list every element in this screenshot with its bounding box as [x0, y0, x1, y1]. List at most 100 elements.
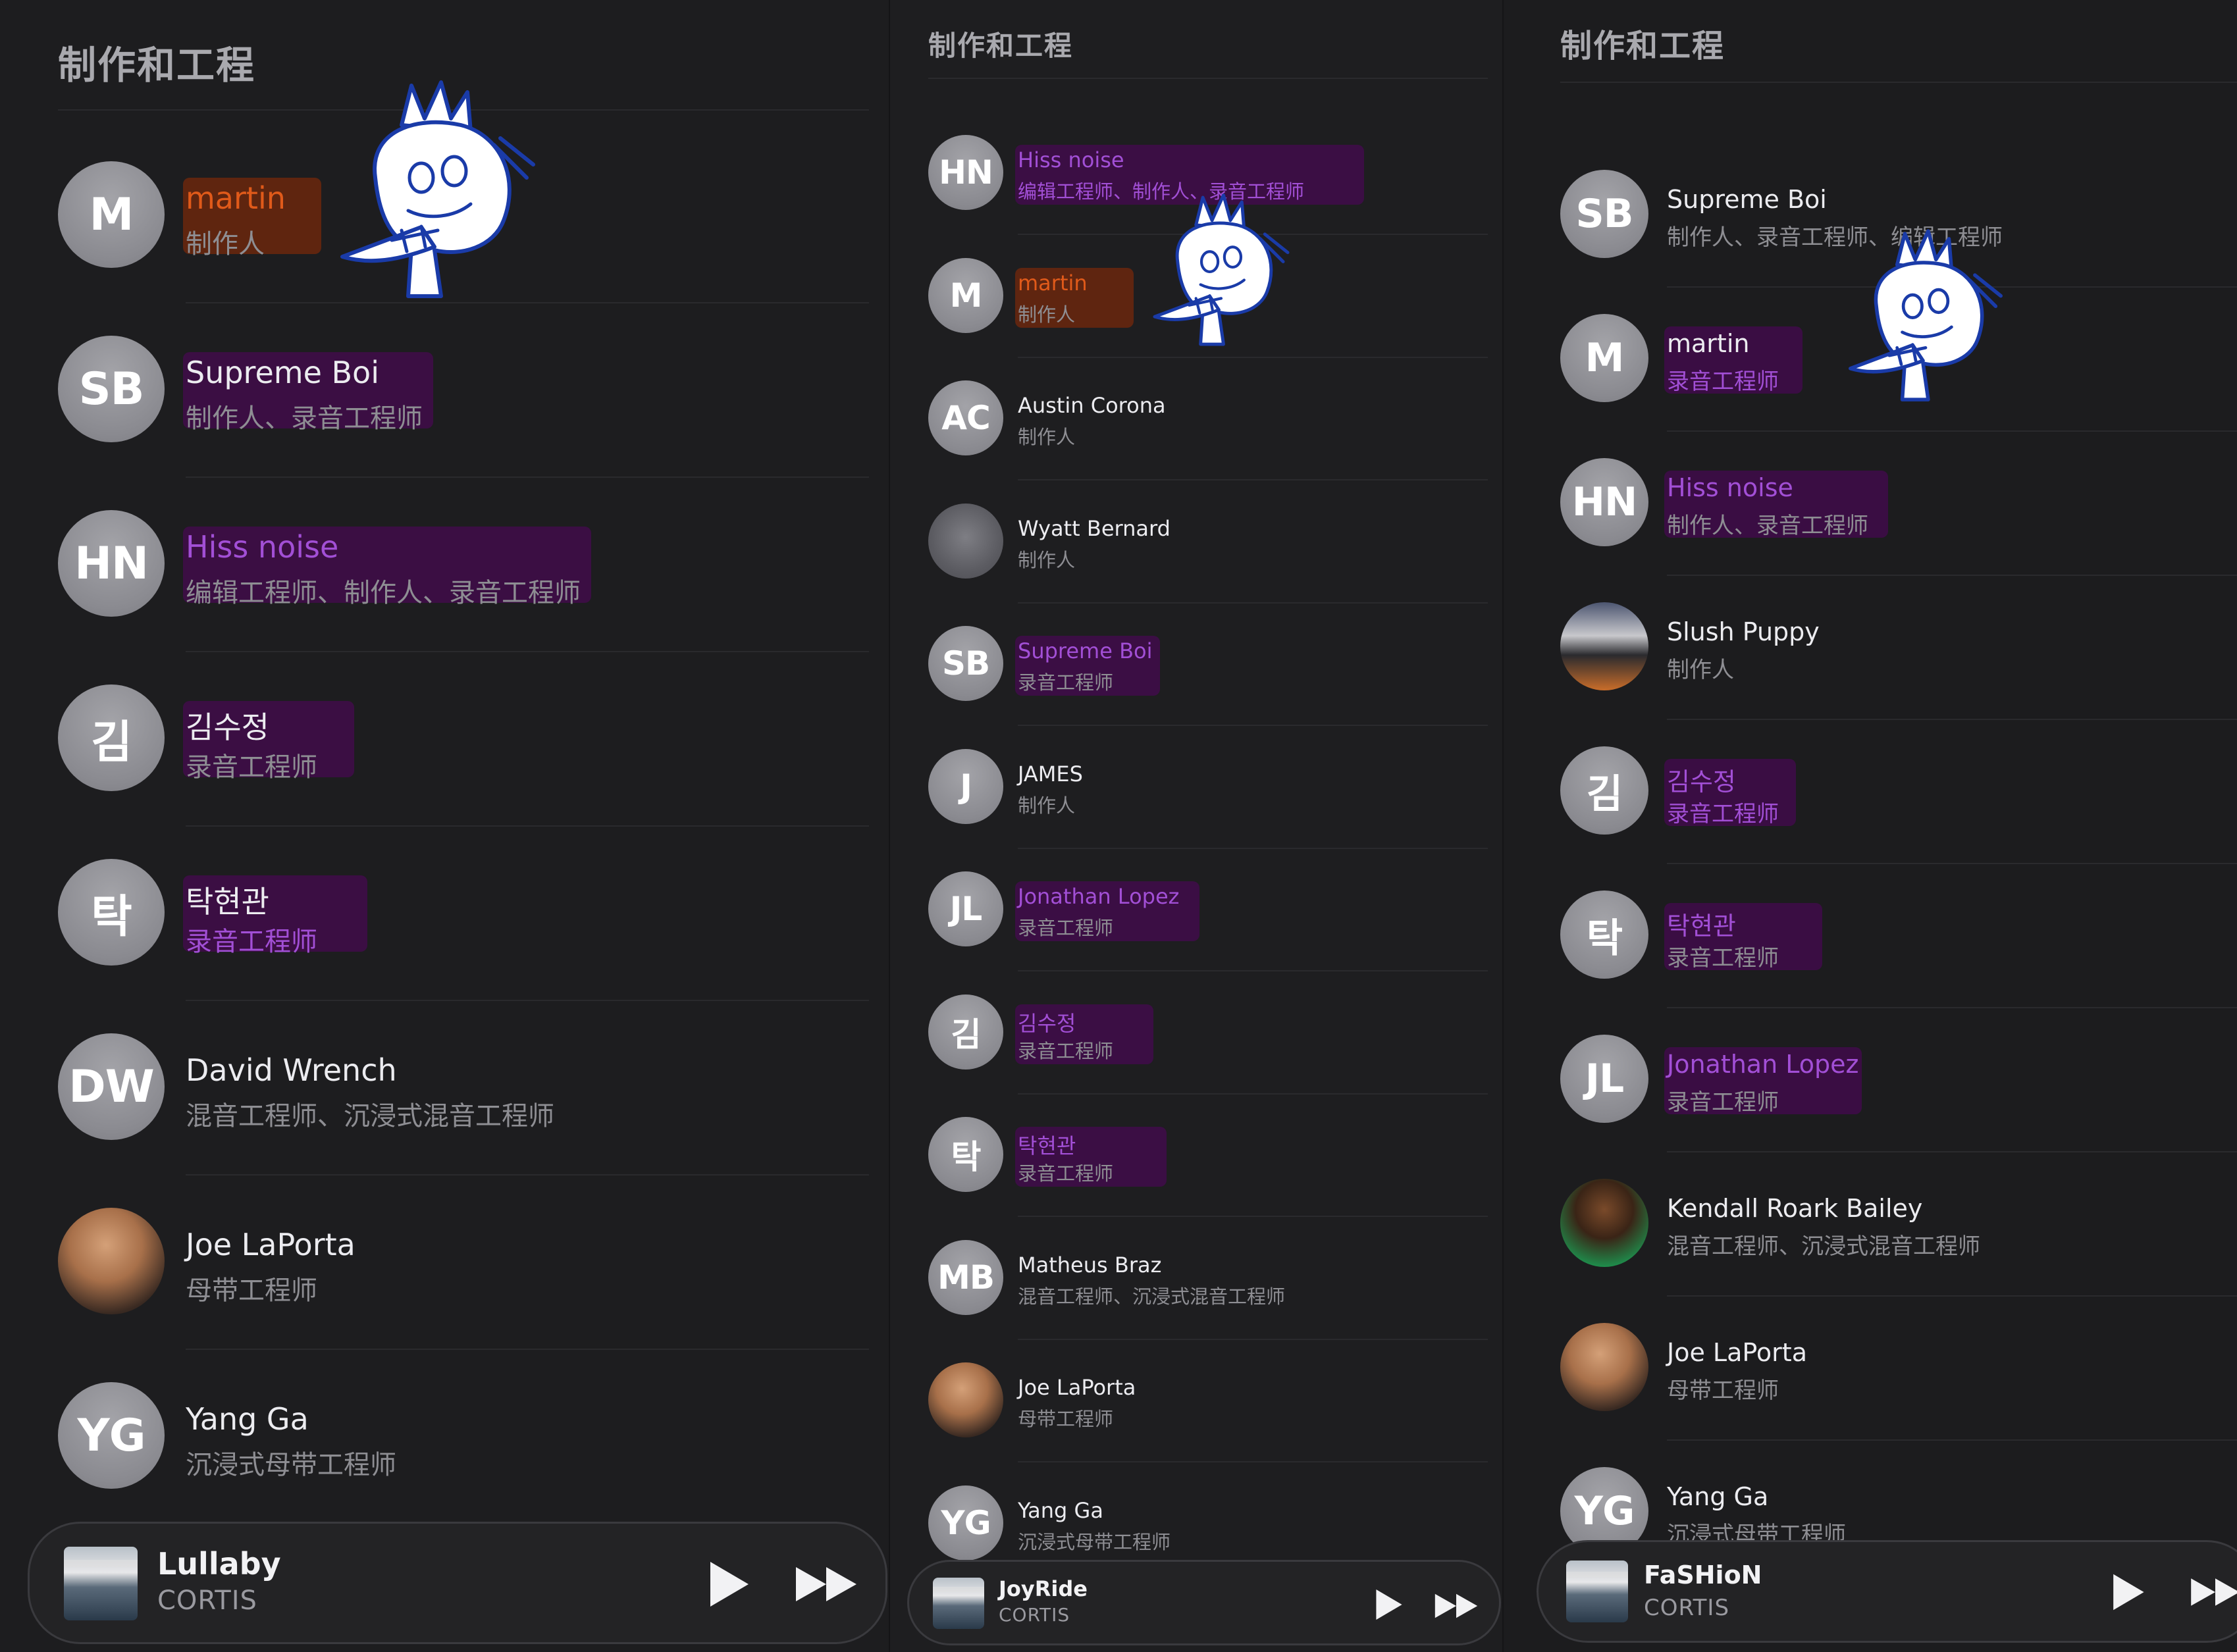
artist-initials-avatar[interactable]: 탁	[58, 859, 165, 966]
artist-role: 制作人	[1667, 657, 1734, 683]
artist-name[interactable]: Hiss noise	[1667, 473, 1793, 502]
artist-initials-avatar[interactable]: 김	[928, 994, 1003, 1070]
artist-initials-avatar[interactable]: AC	[928, 380, 1003, 455]
artist-name[interactable]: David Wrench	[186, 1052, 397, 1088]
mini-player[interactable]: FaSHioN CORTIS	[1537, 1540, 2237, 1643]
artist-name[interactable]: Yang Ga	[1667, 1482, 1768, 1511]
artist-name[interactable]: Kendall Roark Bailey	[1667, 1194, 1922, 1223]
artist-initials-avatar[interactable]: HN	[928, 135, 1003, 210]
artist-name[interactable]: 탁현관	[186, 878, 269, 921]
artist-initials-avatar[interactable]: YG	[58, 1382, 165, 1489]
artist-role: 录音工程师	[1667, 369, 1779, 395]
artist-initials-avatar[interactable]: M	[928, 257, 1003, 333]
artist-role: 混音工程师、沉浸式混音工程师	[1018, 1285, 1286, 1308]
artist-initials-avatar[interactable]: HN	[58, 510, 165, 617]
artist-initials-avatar[interactable]: J	[928, 748, 1003, 824]
artist-initials-avatar[interactable]: SB	[928, 626, 1003, 701]
artist-name[interactable]: Hiss noise	[1018, 147, 1124, 172]
row-divider	[1018, 1216, 1488, 1218]
artist-role: 制作人	[1018, 426, 1076, 448]
row-divider	[1667, 1006, 2237, 1008]
crown-doodle-sticker	[1849, 229, 2003, 401]
row-divider	[1667, 862, 2237, 864]
artist-role: 录音工程师	[1018, 1039, 1114, 1062]
artist-role: 录音工程师	[1667, 801, 1779, 827]
artist-initials-avatar[interactable]: JL	[1560, 1035, 1648, 1123]
artist-name[interactable]: Joe LaPorta	[1667, 1338, 1807, 1367]
artist-initials-avatar[interactable]: JL	[928, 871, 1003, 946]
play-icon[interactable]	[1370, 1587, 1406, 1622]
artist-initials-avatar[interactable]: 김	[1560, 746, 1648, 835]
artist-name[interactable]: Wyatt Bernard	[1018, 516, 1171, 541]
artist-role: 混音工程师、沉浸式混音工程师	[1667, 1233, 1980, 1260]
now-playing-title[interactable]: FaSHioN	[1644, 1561, 1762, 1589]
artist-name[interactable]: Supreme Boi	[1667, 185, 1827, 214]
artist-initials-avatar[interactable]: SB	[58, 336, 165, 442]
artist-photo-avatar[interactable]	[1560, 1179, 1648, 1267]
now-playing-title[interactable]: Lullaby	[157, 1546, 281, 1582]
fast-forward-icon[interactable]	[793, 1564, 859, 1604]
artist-name[interactable]: Supreme Boi	[186, 355, 379, 390]
artist-initials-avatar[interactable]: M	[58, 161, 165, 268]
artist-name[interactable]: Yang Ga	[186, 1401, 309, 1437]
artist-initials-avatar[interactable]: HN	[1560, 458, 1648, 546]
artist-photo-avatar[interactable]	[58, 1208, 165, 1314]
artist-name[interactable]: Jonathan Lopez	[1018, 884, 1179, 909]
row-divider	[186, 1174, 869, 1175]
artist-name[interactable]: 김수정	[186, 704, 269, 747]
artist-name[interactable]: Joe LaPorta	[186, 1227, 355, 1262]
artist-name[interactable]: Yang Ga	[1018, 1498, 1103, 1523]
now-playing-title[interactable]: JoyRide	[999, 1576, 1088, 1601]
artist-name[interactable]: Supreme Boi	[1018, 638, 1153, 663]
artist-initials-avatar[interactable]: 김	[58, 684, 165, 791]
artist-name[interactable]: 탁현관	[1018, 1129, 1076, 1160]
artist-photo-avatar[interactable]	[1560, 602, 1648, 690]
section-title: 制作和工程	[1560, 28, 1725, 65]
artist-name[interactable]: 김수정	[1667, 761, 1736, 798]
row-divider	[186, 999, 869, 1001]
artist-role: 制作人	[186, 229, 265, 259]
play-icon[interactable]	[2106, 1571, 2148, 1613]
row-divider	[186, 1348, 869, 1350]
artist-photo-avatar[interactable]	[928, 503, 1003, 579]
artist-initials-avatar[interactable]: 탁	[1560, 891, 1648, 979]
artist-initials-avatar[interactable]: 탁	[928, 1117, 1003, 1192]
artist-name[interactable]: Joe LaPorta	[1018, 1375, 1136, 1400]
artist-name[interactable]: Hiss noise	[186, 529, 338, 565]
artist-name[interactable]: 탁현관	[1667, 906, 1736, 942]
artist-role: 录音工程师	[1667, 1089, 1779, 1116]
artist-name[interactable]: martin	[186, 180, 286, 216]
artist-name[interactable]: 김수정	[1018, 1007, 1076, 1037]
artist-name[interactable]: martin	[1667, 329, 1749, 358]
artist-photo-avatar[interactable]	[1560, 1323, 1648, 1411]
artist-name[interactable]: Matheus Braz	[1018, 1252, 1161, 1278]
divider	[1560, 82, 2237, 83]
artist-role: 录音工程师	[1018, 1162, 1114, 1185]
mini-player[interactable]: JoyRide CORTIS	[907, 1560, 1501, 1645]
fast-forward-icon[interactable]	[1433, 1592, 1479, 1620]
artist-photo-avatar[interactable]	[928, 1362, 1003, 1437]
artist-role: 录音工程师	[186, 927, 317, 957]
artist-initials-avatar[interactable]: MB	[928, 1239, 1003, 1315]
row-divider	[1667, 1295, 2237, 1297]
artist-initials-avatar[interactable]: DW	[58, 1033, 165, 1140]
section-title: 制作和工程	[58, 43, 256, 88]
fast-forward-icon[interactable]	[2189, 1576, 2237, 1608]
row-divider	[1018, 479, 1488, 481]
artist-name[interactable]: Jonathan Lopez	[1667, 1050, 1858, 1079]
section-title: 制作和工程	[928, 30, 1074, 62]
artist-name[interactable]: JAMES	[1018, 761, 1083, 787]
artist-role: 录音工程师	[1018, 917, 1114, 939]
artist-name[interactable]: martin	[1018, 271, 1088, 296]
artist-initials-avatar[interactable]: YG	[928, 1485, 1003, 1561]
artist-initials-avatar[interactable]: M	[1560, 314, 1648, 402]
row-divider	[1018, 1461, 1488, 1463]
artist-name[interactable]: Slush Puppy	[1667, 617, 1820, 646]
artist-initials-avatar[interactable]: SB	[1560, 170, 1648, 258]
artist-role: 制作人	[1018, 303, 1076, 326]
artist-role: 编辑工程师、制作人、录音工程师	[186, 578, 581, 608]
now-playing-artist: CORTIS	[1644, 1595, 1730, 1621]
artist-name[interactable]: Austin Corona	[1018, 393, 1166, 418]
mini-player[interactable]: Lullaby CORTIS	[28, 1522, 887, 1644]
play-icon[interactable]	[701, 1558, 754, 1611]
